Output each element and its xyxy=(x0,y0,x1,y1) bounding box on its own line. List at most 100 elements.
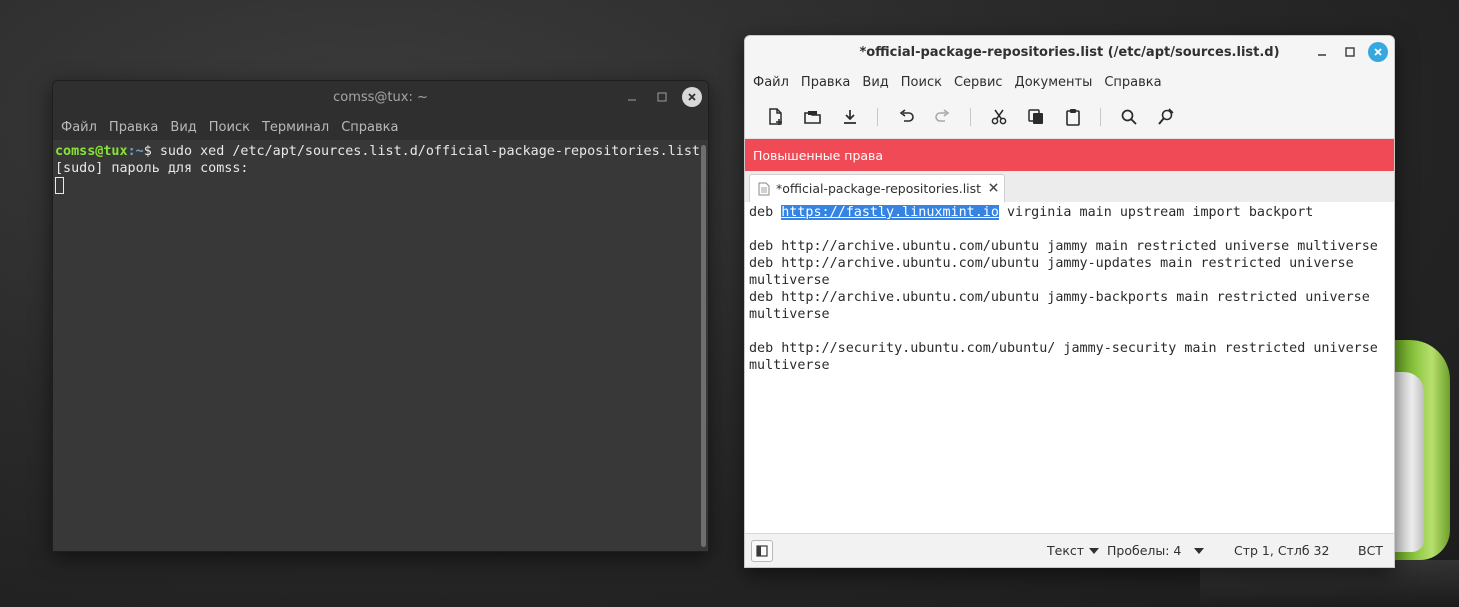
menu-search[interactable]: Поиск xyxy=(895,75,948,90)
editor-text-area[interactable]: deb https://fastly.linuxmint.io virginia… xyxy=(745,202,1394,537)
text-line: deb http://archive.ubuntu.com/ubuntu jam… xyxy=(749,239,1378,254)
menu-tools[interactable]: Сервис xyxy=(948,75,1009,90)
selected-url: https://fastly.linuxmint.io xyxy=(781,205,999,220)
minimize-icon xyxy=(628,99,636,101)
close-button[interactable] xyxy=(682,87,702,107)
menu-terminal[interactable]: Терминал xyxy=(256,120,335,135)
insert-mode: ВСТ xyxy=(1358,543,1383,558)
minimize-button[interactable] xyxy=(622,87,642,107)
tab-width-selector[interactable]: Пробелы: 4 xyxy=(1107,543,1205,558)
terminal-command: sudo xed /etc/apt/sources.list.d/officia… xyxy=(159,144,700,159)
minimize-icon xyxy=(1318,54,1326,56)
text-segment: virginia main upstream import backport xyxy=(998,205,1314,220)
terminal-cursor xyxy=(55,177,64,194)
cut-button[interactable] xyxy=(980,102,1017,132)
maximize-button[interactable] xyxy=(1340,42,1360,62)
paste-button[interactable] xyxy=(1054,102,1091,132)
dropdown-arrow-icon xyxy=(1194,547,1205,554)
menu-help[interactable]: Справка xyxy=(1098,75,1167,90)
prompt-path: :~ xyxy=(127,144,144,159)
insert-mode-label: ВСТ xyxy=(1358,543,1383,558)
text-line xyxy=(749,221,1390,238)
text-line xyxy=(749,323,1390,340)
terminal-window: comss@tux: ~ Файл Правка Вид Поиск Терми… xyxy=(52,80,709,552)
mint-logo-decoration-inner xyxy=(1394,372,1424,552)
editor-title: *official-package-repositories.list (/et… xyxy=(859,44,1280,60)
document-tab[interactable]: *official-package-repositories.list xyxy=(749,174,1005,202)
close-icon xyxy=(1374,48,1382,56)
menu-view[interactable]: Вид xyxy=(164,120,202,135)
clipboard-icon xyxy=(1065,109,1080,126)
menu-edit[interactable]: Правка xyxy=(103,120,164,135)
minimize-button[interactable] xyxy=(1312,42,1332,62)
tab-close-button[interactable] xyxy=(989,181,998,196)
terminal-window-controls xyxy=(622,87,702,107)
xed-editor-window: *official-package-repositories.list (/et… xyxy=(744,35,1395,568)
save-button[interactable] xyxy=(831,102,868,132)
text-line: multiverse xyxy=(749,307,830,322)
terminal-command-line: comss@tux:~$ sudo xed /etc/apt/sources.l… xyxy=(55,143,700,160)
language-label: Текст xyxy=(1047,543,1085,558)
close-icon xyxy=(989,183,998,192)
terminal-menubar: Файл Правка Вид Поиск Терминал Справка xyxy=(53,114,708,140)
language-selector[interactable]: Текст xyxy=(1047,543,1100,558)
search-icon xyxy=(1121,109,1137,125)
tab-width-label: Пробелы: 4 xyxy=(1107,543,1182,558)
download-save-icon xyxy=(843,110,856,124)
text-line: multiverse xyxy=(749,273,830,288)
prompt-symbol: $ xyxy=(143,144,160,159)
menu-file[interactable]: Файл xyxy=(55,120,103,135)
open-button[interactable] xyxy=(794,102,831,132)
scissors-icon xyxy=(991,109,1006,125)
editor-titlebar[interactable]: *official-package-repositories.list (/et… xyxy=(745,36,1394,68)
editor-tabbar: *official-package-repositories.list xyxy=(745,171,1394,203)
text-line: deb http://archive.ubuntu.com/ubuntu jam… xyxy=(749,290,1370,305)
infobar-text: Повышенные права xyxy=(753,147,884,163)
terminal-scrollbar[interactable] xyxy=(701,145,706,547)
menu-help[interactable]: Справка xyxy=(335,120,404,135)
terminal-titlebar[interactable]: comss@tux: ~ xyxy=(53,81,708,114)
editor-window-controls xyxy=(1312,42,1388,62)
text-line: deb https://fastly.linuxmint.io virginia… xyxy=(749,204,1390,221)
editor-menubar: Файл Правка Вид Поиск Сервис Документы С… xyxy=(745,68,1394,96)
tab-label: *official-package-repositories.list xyxy=(776,181,982,196)
cursor-position: Стр 1, Стлб 32 xyxy=(1234,543,1329,558)
text-line: deb http://security.ubuntu.com/ubuntu/ j… xyxy=(749,341,1378,356)
terminal-title: comss@tux: ~ xyxy=(333,90,428,105)
copy-button[interactable] xyxy=(1017,102,1054,132)
close-button[interactable] xyxy=(1368,42,1388,62)
copy-icon xyxy=(1027,109,1043,124)
terminal-input-line[interactable] xyxy=(55,177,696,196)
elevated-privileges-infobar: Повышенные права xyxy=(745,139,1394,171)
terminal-output[interactable]: comss@tux:~$ sudo xed /etc/apt/sources.l… xyxy=(53,140,700,551)
editor-toolbar xyxy=(745,96,1394,139)
find-replace-button[interactable] xyxy=(1147,102,1184,132)
undo-button[interactable] xyxy=(887,102,924,132)
text-line: deb http://archive.ubuntu.com/ubuntu jam… xyxy=(749,256,1354,271)
toolbar-separator xyxy=(1100,108,1101,126)
redo-button[interactable] xyxy=(924,102,961,132)
dropdown-arrow-icon xyxy=(1089,547,1100,554)
maximize-icon xyxy=(657,92,667,102)
menu-view[interactable]: Вид xyxy=(856,75,894,90)
new-document-button[interactable] xyxy=(757,102,794,132)
find-replace-icon xyxy=(1157,108,1174,125)
toolbar-separator xyxy=(970,108,971,126)
menu-search[interactable]: Поиск xyxy=(203,120,256,135)
redo-icon xyxy=(934,109,949,122)
find-button[interactable] xyxy=(1110,102,1147,132)
maximize-button[interactable] xyxy=(652,87,672,107)
side-panel-toggle-button[interactable] xyxy=(751,539,773,562)
menu-edit[interactable]: Правка xyxy=(795,75,856,90)
prompt-user: comss@tux xyxy=(55,144,128,159)
sudo-password-prompt: [sudo] пароль для comss: xyxy=(55,161,249,176)
close-icon xyxy=(688,93,696,101)
text-line: multiverse xyxy=(749,358,830,373)
maximize-icon xyxy=(1345,47,1355,57)
undo-icon xyxy=(899,109,914,122)
document-icon xyxy=(758,182,770,195)
menu-documents[interactable]: Документы xyxy=(1009,75,1099,90)
new-document-icon xyxy=(768,108,782,125)
menu-file[interactable]: Файл xyxy=(747,75,795,90)
side-panel-icon xyxy=(756,544,768,557)
